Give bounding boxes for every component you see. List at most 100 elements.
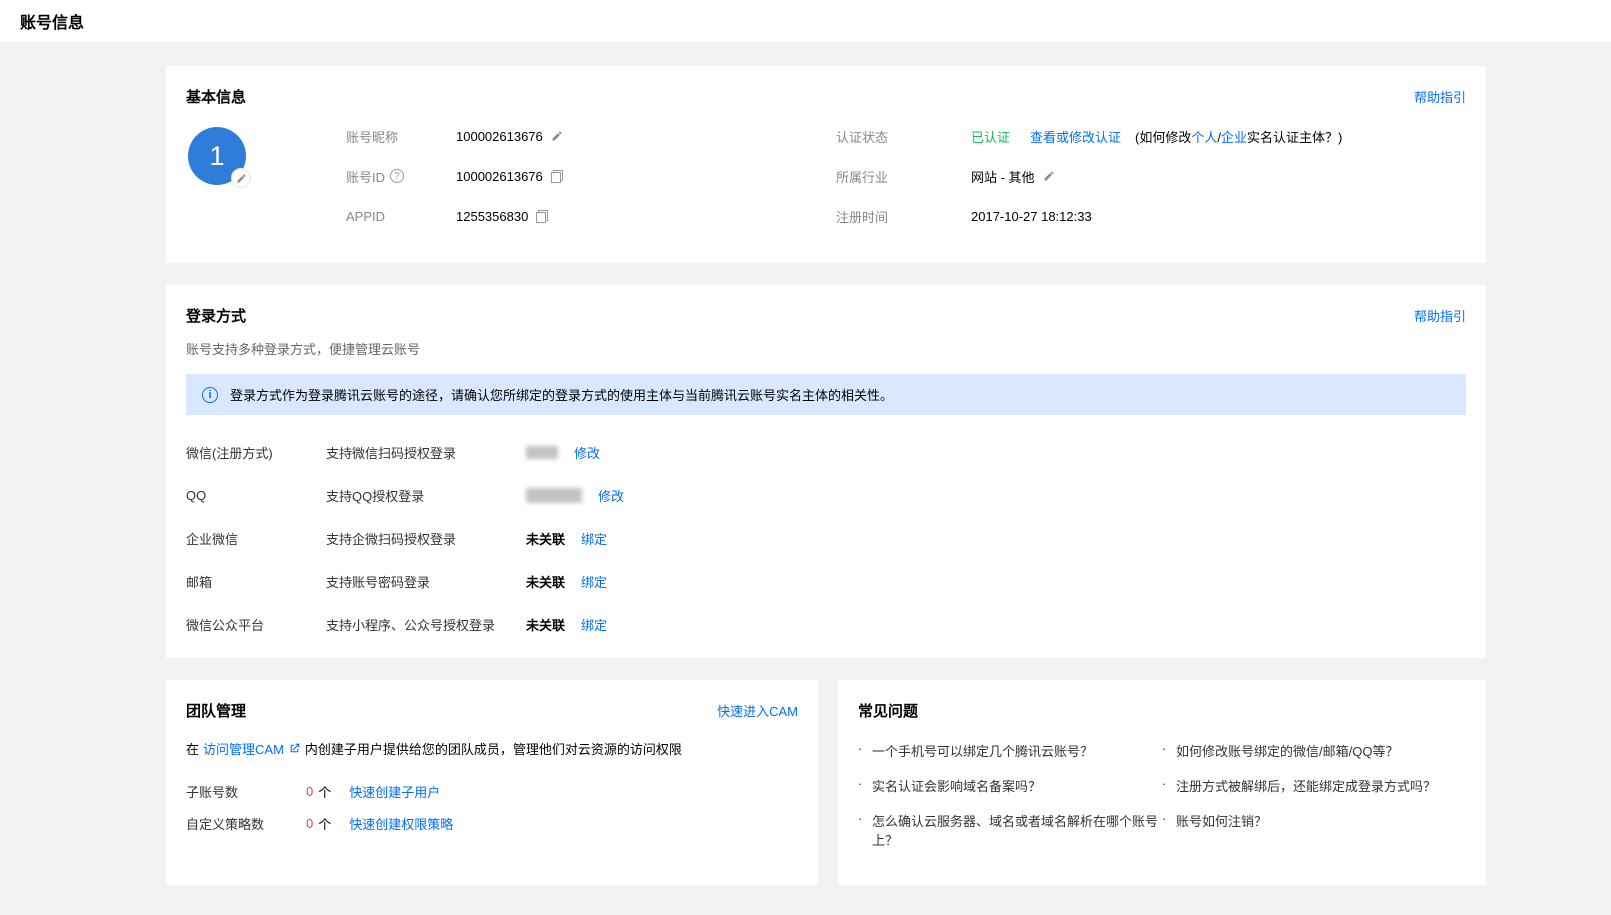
appid-row: APPID 1255356830 xyxy=(346,203,836,229)
faq-item[interactable]: ·注册方式被解绑后，还能绑定成登录方式吗？ xyxy=(1162,776,1466,795)
login-row-wechat-official: 微信公众平台 支持小程序、公众号授权登录 未关联 绑定 xyxy=(186,615,1466,634)
login-row-wecom: 企业微信 支持企微扫码授权登录 未关联 绑定 xyxy=(186,529,1466,548)
faq-item[interactable]: ·怎么确认云服务器、域名或者域名解析在哪个账号上？ xyxy=(858,811,1162,849)
faq-item[interactable]: ·如何修改账号绑定的微信/邮箱/QQ等？ xyxy=(1162,741,1466,760)
nickname-label: 账号昵称 xyxy=(346,127,456,146)
bullet-icon: · xyxy=(1162,811,1176,830)
auth-status-badge: 已认证 xyxy=(971,127,1010,146)
login-method-desc: 支持小程序、公众号授权登录 xyxy=(326,615,526,634)
basic-info-card: 基本信息 帮助指引 1 账号昵称 100002613676 xyxy=(166,66,1486,263)
create-policy-link[interactable]: 快速创建权限策略 xyxy=(349,814,453,833)
bullet-icon: · xyxy=(1162,776,1176,795)
custom-policy-count: 0 xyxy=(306,816,313,831)
nickname-row: 账号昵称 100002613676 xyxy=(346,123,836,149)
login-methods-title: 登录方式 xyxy=(186,305,246,326)
team-description: 在访问管理CAM内创建子用户提供给您的团队成员，管理他们对云资源的访问权限 xyxy=(186,739,798,758)
page-title: 账号信息 xyxy=(20,9,84,33)
help-question-icon[interactable]: ? xyxy=(390,169,404,183)
login-method-desc: 支持企微扫码授权登录 xyxy=(326,529,526,548)
reg-time-label: 注册时间 xyxy=(836,207,971,226)
sub-account-unit: 个 xyxy=(318,782,331,801)
appid-label: APPID xyxy=(346,209,456,224)
faq-item[interactable]: ·账号如何注销？ xyxy=(1162,811,1466,830)
faq-columns: ·一个手机号可以绑定几个腾讯云账号？ ·实名认证会影响域名备案吗？ ·怎么确认云… xyxy=(858,741,1466,865)
login-method-name: 微信公众平台 xyxy=(186,615,326,634)
email-status: 未关联 xyxy=(526,572,565,591)
sub-account-stat-row: 子账号数 0 个 快速创建子用户 xyxy=(186,782,798,801)
bullet-icon: · xyxy=(858,741,872,760)
bullet-icon: · xyxy=(1162,741,1176,760)
team-stats: 子账号数 0 个 快速创建子用户 自定义策略数 0 个 快速创建权限策略 xyxy=(186,782,798,833)
login-methods-subtitle: 账号支持多种登录方式，便捷管理云账号 xyxy=(186,339,1466,358)
info-icon: i xyxy=(202,387,218,403)
pencil-icon xyxy=(236,173,247,184)
basic-fields-right: 认证状态 已认证 查看或修改认证 (如何修改个人/企业实名认证主体？) 所属行业… xyxy=(836,123,1466,243)
team-management-card: 团队管理 快速进入CAM 在访问管理CAM内创建子用户提供给您的团队成员，管理他… xyxy=(166,680,818,885)
avatar-column: 1 xyxy=(186,123,346,243)
view-modify-auth-link[interactable]: 查看或修改认证 xyxy=(1030,127,1121,146)
login-method-name: 微信(注册方式) xyxy=(186,443,326,462)
industry-row: 所属行业 网站 - 其他 xyxy=(836,163,1466,189)
auth-status-row: 认证状态 已认证 查看或修改认证 (如何修改个人/企业实名认证主体？) xyxy=(836,123,1466,149)
sub-account-count: 0 xyxy=(306,784,313,799)
page-header: 账号信息 xyxy=(0,0,1611,42)
bullet-icon: · xyxy=(858,811,872,849)
login-methods-card: 登录方式 帮助指引 账号支持多种登录方式，便捷管理云账号 i 登录方式作为登录腾… xyxy=(166,285,1486,658)
quick-enter-cam-link[interactable]: 快速进入CAM xyxy=(717,701,798,720)
main-content: 基本信息 帮助指引 1 账号昵称 100002613676 xyxy=(0,42,1611,915)
custom-policy-unit: 个 xyxy=(318,814,331,833)
copy-appid-icon[interactable] xyxy=(536,210,548,223)
login-row-qq: QQ 支持QQ授权登录 修改 xyxy=(186,486,1466,505)
account-id-value: 100002613676 xyxy=(456,169,543,184)
custom-policy-label: 自定义策略数 xyxy=(186,814,306,833)
basic-info-title: 基本信息 xyxy=(186,86,246,107)
copy-account-id-icon[interactable] xyxy=(551,170,563,183)
modify-wechat-link[interactable]: 修改 xyxy=(574,443,600,462)
bind-wechat-official-link[interactable]: 绑定 xyxy=(581,615,607,634)
reg-time-row: 注册时间 2017-10-27 18:12:33 xyxy=(836,203,1466,229)
login-method-desc: 支持QQ授权登录 xyxy=(326,486,526,505)
avatar[interactable]: 1 xyxy=(188,127,246,185)
login-method-desc: 支持微信扫码授权登录 xyxy=(326,443,526,462)
login-method-list: 微信(注册方式) 支持微信扫码授权登录 修改 QQ 支持QQ授权登录 修改 企业… xyxy=(186,443,1466,634)
faq-col-2: ·如何修改账号绑定的微信/邮箱/QQ等？ ·注册方式被解绑后，还能绑定成登录方式… xyxy=(1162,741,1466,865)
bind-email-link[interactable]: 绑定 xyxy=(581,572,607,591)
sub-account-label: 子账号数 xyxy=(186,782,306,801)
account-id-label: 账号ID xyxy=(346,167,385,186)
auth-note: (如何修改个人/企业实名认证主体？) xyxy=(1135,127,1342,146)
faq-col-1: ·一个手机号可以绑定几个腾讯云账号？ ·实名认证会影响域名备案吗？ ·怎么确认云… xyxy=(858,741,1162,865)
basic-fields-left: 账号昵称 100002613676 账号ID ? 100002613676 xyxy=(346,123,836,243)
login-help-guide-link[interactable]: 帮助指引 xyxy=(1414,306,1466,325)
bind-wecom-link[interactable]: 绑定 xyxy=(581,529,607,548)
custom-policy-stat-row: 自定义策略数 0 个 快速创建权限策略 xyxy=(186,814,798,833)
faq-item[interactable]: ·实名认证会影响域名备案吗？ xyxy=(858,776,1162,795)
login-method-name: QQ xyxy=(186,488,326,503)
reg-time-value: 2017-10-27 18:12:33 xyxy=(971,209,1092,224)
appid-value: 1255356830 xyxy=(456,209,528,224)
login-row-email: 邮箱 支持账号密码登录 未关联 绑定 xyxy=(186,572,1466,591)
enterprise-auth-link[interactable]: 企业 xyxy=(1221,130,1247,145)
login-notice-banner: i 登录方式作为登录腾讯云账号的途径，请确认您所绑定的登录方式的使用主体与当前腾… xyxy=(186,374,1466,415)
nickname-value: 100002613676 xyxy=(456,129,543,144)
team-management-title: 团队管理 xyxy=(186,700,246,721)
login-notice-text: 登录方式作为登录腾讯云账号的途径，请确认您所绑定的登录方式的使用主体与当前腾讯云… xyxy=(230,385,893,404)
bullet-icon: · xyxy=(858,776,872,795)
create-sub-user-link[interactable]: 快速创建子用户 xyxy=(349,782,440,801)
edit-nickname-icon[interactable] xyxy=(551,130,563,142)
account-id-row: 账号ID ? 100002613676 xyxy=(346,163,836,189)
external-link-icon xyxy=(288,742,301,755)
edit-industry-icon[interactable] xyxy=(1043,170,1055,182)
basic-help-guide-link[interactable]: 帮助指引 xyxy=(1414,87,1466,106)
industry-value: 网站 - 其他 xyxy=(971,167,1035,186)
faq-title: 常见问题 xyxy=(858,700,918,721)
masked-wechat-account xyxy=(526,446,558,459)
modify-qq-link[interactable]: 修改 xyxy=(598,486,624,505)
avatar-edit-button[interactable] xyxy=(231,168,251,188)
cam-link[interactable]: 访问管理CAM xyxy=(203,739,284,758)
auth-status-label: 认证状态 xyxy=(836,127,971,146)
faq-item[interactable]: ·一个手机号可以绑定几个腾讯云账号？ xyxy=(858,741,1162,760)
bottom-cards-row: 团队管理 快速进入CAM 在访问管理CAM内创建子用户提供给您的团队成员，管理他… xyxy=(166,680,1486,885)
login-method-name: 企业微信 xyxy=(186,529,326,548)
personal-auth-link[interactable]: 个人 xyxy=(1191,130,1217,145)
login-method-name: 邮箱 xyxy=(186,572,326,591)
